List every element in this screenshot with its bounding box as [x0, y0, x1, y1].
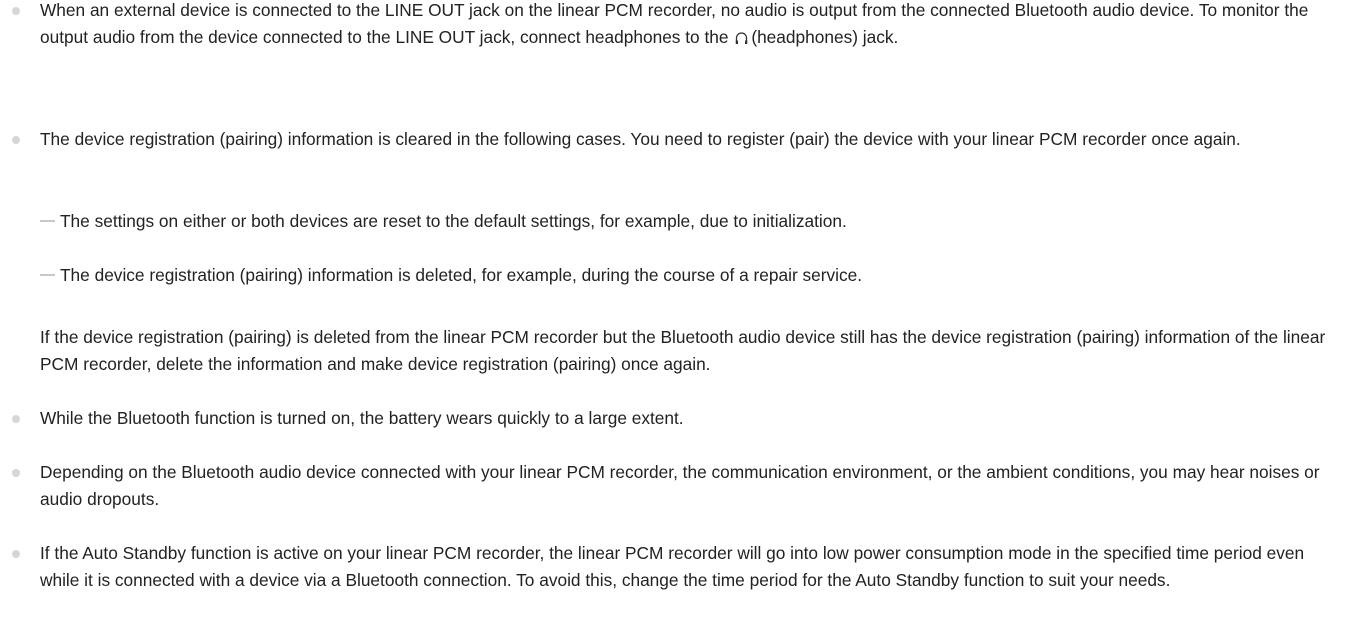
note-line-out-text-a: When an external device is connected to …: [40, 0, 1309, 47]
sub-item-deleted: The device registration (pairing) inform…: [40, 262, 1340, 289]
note-battery: While the Bluetooth function is turned o…: [12, 405, 1340, 432]
note-pairing-follow-up-text: If the device registration (pairing) is …: [40, 327, 1326, 374]
note-line-out-text-b: (headphones) jack.: [751, 27, 899, 47]
headphones-icon: [735, 31, 748, 45]
dash-icon: [40, 220, 55, 223]
sub-item-reset: The settings on either or both devices a…: [40, 208, 1340, 235]
bullet-icon: [12, 550, 20, 558]
sub-item-deleted-text: The device registration (pairing) inform…: [60, 265, 863, 285]
bullet-icon: [12, 415, 20, 423]
note-noise-text: Depending on the Bluetooth audio device …: [40, 462, 1320, 509]
dash-icon: [40, 274, 55, 277]
note-auto-standby: If the Auto Standby function is active o…: [12, 540, 1340, 594]
note-line-out-text: When an external device is connected to …: [40, 0, 1340, 51]
note-battery-text: While the Bluetooth function is turned o…: [40, 408, 684, 428]
note-line-out: When an external device is connected to …: [12, 0, 1340, 51]
bullet-icon: [12, 7, 20, 15]
note-pairing-follow-up: If the device registration (pairing) is …: [40, 324, 1340, 378]
note-pairing-cleared: The device registration (pairing) inform…: [12, 126, 1340, 153]
bullet-icon: [12, 136, 20, 144]
bullet-icon: [12, 469, 20, 477]
note-auto-standby-text: If the Auto Standby function is active o…: [40, 543, 1305, 590]
note-pairing-cleared-text: The device registration (pairing) inform…: [40, 129, 1241, 149]
sub-item-reset-text: The settings on either or both devices a…: [60, 211, 847, 231]
note-noise: Depending on the Bluetooth audio device …: [12, 459, 1340, 513]
